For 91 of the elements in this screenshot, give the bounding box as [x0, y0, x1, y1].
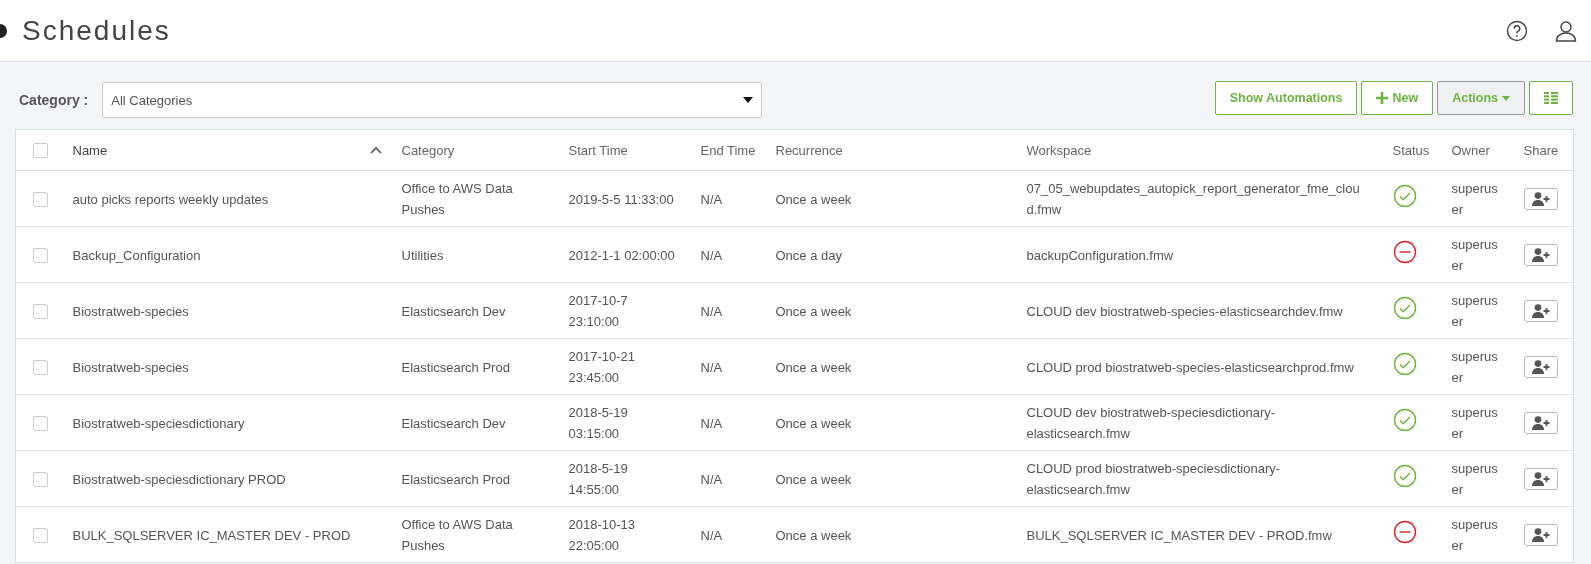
- row-checkbox[interactable]: [33, 192, 48, 208]
- table-cell-text: Biostratweb-speciesdictionary PROD: [72, 470, 286, 489]
- table-cell-text: superuser: [1451, 347, 1499, 387]
- column-header[interactable]: Share: [1523, 142, 1559, 158]
- table-cell-text: Once a week: [775, 302, 852, 321]
- plus-icon: [1376, 92, 1389, 104]
- table-cell-text: Biostratweb-species: [72, 358, 189, 377]
- table-cell-text: superuser: [1451, 179, 1499, 219]
- column-header[interactable]: Recurrence: [775, 142, 843, 158]
- table-cell-text: Office to AWS Data Pushes: [401, 179, 514, 219]
- table-cell-text: Biostratweb-species: [72, 302, 189, 321]
- table-cell-text: 2018-5-19 14:55:00: [568, 459, 629, 499]
- table-cell-text: N/A: [700, 358, 723, 377]
- table-cell-text: superuser: [1451, 403, 1499, 443]
- table-cell-text: Once a week: [775, 414, 852, 433]
- table-cell-text: 07_05_webupdates_autopick_report_generator_fme_cloud.fmw: [1026, 179, 1361, 219]
- column-view-button[interactable]: [1529, 81, 1573, 115]
- table-cell-text: N/A: [700, 470, 723, 489]
- row-checkbox[interactable]: [33, 528, 48, 544]
- share-button[interactable]: [1523, 467, 1558, 490]
- share-button[interactable]: [1523, 243, 1558, 266]
- table-cell-text: superuser: [1451, 459, 1499, 499]
- select-all-checkbox[interactable]: [33, 143, 48, 159]
- share-button[interactable]: [1523, 187, 1558, 210]
- page-title: Schedules: [22, 14, 171, 47]
- row-checkbox[interactable]: [33, 248, 48, 264]
- table-cell-text: superuser: [1451, 291, 1499, 331]
- table-cell-text: N/A: [700, 302, 723, 321]
- add-user-icon: [1531, 191, 1550, 206]
- table-cell-text: Once a week: [775, 470, 852, 489]
- table-cell-text: CLOUD dev biostratweb-species-elasticsearchdev.fmw: [1026, 302, 1343, 321]
- table-cell-text: Biostratweb-speciesdictionary: [72, 414, 245, 433]
- row-checkbox[interactable]: [33, 472, 48, 488]
- table-cell-text: 2012-1-1 02:00:00: [568, 246, 675, 265]
- add-user-icon: [1531, 527, 1550, 542]
- caret-icon: [1502, 95, 1510, 101]
- table-cell-text: CLOUD dev biostratweb-speciesdictionary-elasticsearch.fmw: [1026, 403, 1277, 443]
- caret-icon: [743, 97, 754, 103]
- add-user-icon: [1531, 415, 1550, 430]
- table-cell-text: N/A: [700, 246, 723, 265]
- table-cell-text: Office to AWS Data Pushes: [401, 515, 514, 555]
- table-cell-text: 2018-5-19 03:15:00: [568, 403, 629, 443]
- table-cell-text: 2019-5-5 11:33:00: [568, 190, 674, 209]
- column-header[interactable]: End Time: [700, 142, 756, 158]
- table-cell-text: Utilities: [401, 246, 444, 265]
- table-cell-text: Once a week: [775, 358, 852, 377]
- add-user-icon: [1531, 247, 1550, 262]
- add-user-icon: [1531, 471, 1550, 486]
- column-header[interactable]: Workspace: [1026, 142, 1092, 158]
- table-cell-text: N/A: [700, 190, 723, 209]
- table-cell-text: auto picks reports weekly updates: [72, 190, 269, 209]
- table-cell-text: Once a day: [775, 246, 842, 265]
- column-header[interactable]: Owner: [1451, 142, 1490, 158]
- columns-icon: [1544, 92, 1558, 104]
- table-cell-text: CLOUD prod biostratweb-species-elasticsearchprod.fmw: [1026, 358, 1354, 377]
- add-user-icon: [1531, 303, 1550, 318]
- table-cell-text: 2018-10-13 22:05:00: [568, 515, 636, 555]
- column-header[interactable]: Start Time: [568, 142, 628, 158]
- column-header[interactable]: Name: [72, 142, 108, 158]
- table-cell-text: Backup_Configuration: [72, 246, 201, 265]
- category-label: Category :: [19, 92, 89, 108]
- sort-up-icon[interactable]: [369, 146, 382, 154]
- row-checkbox[interactable]: [33, 304, 48, 320]
- table-cell-text: Once a week: [775, 190, 852, 209]
- table-cell-text: backupConfiguration.fmw: [1026, 246, 1174, 265]
- user-icon[interactable]: [1555, 19, 1577, 42]
- category-dropdown[interactable]: All Categories: [102, 82, 763, 118]
- add-user-icon: [1531, 359, 1550, 374]
- table-cell-text: 2017-10-7 23:10:00: [568, 291, 629, 331]
- help-icon[interactable]: [1506, 19, 1528, 42]
- table-cell-text: superuser: [1451, 515, 1499, 555]
- table-cell-text: N/A: [700, 526, 723, 545]
- column-header[interactable]: Category: [401, 142, 455, 158]
- table-cell-text: Elasticsearch Prod: [401, 470, 510, 489]
- table-cell-text: Elasticsearch Dev: [401, 302, 506, 321]
- table-cell-text: BULK_SQLSERVER IC_MASTER DEV - PROD: [72, 526, 351, 545]
- row-checkbox[interactable]: [33, 416, 48, 432]
- table-cell-text: Elasticsearch Dev: [401, 414, 506, 433]
- table-cell-text: BULK_SQLSERVER IC_MASTER DEV - PROD.fmw: [1026, 526, 1332, 545]
- share-button[interactable]: [1523, 299, 1558, 322]
- row-checkbox[interactable]: [33, 360, 48, 376]
- table-cell-text: superuser: [1451, 235, 1499, 275]
- table-cell-text: N/A: [700, 414, 723, 433]
- table-cell-text: Once a week: [775, 526, 852, 545]
- table-cell-text: CLOUD prod biostratweb-speciesdictionary-elasticsearch.fmw: [1026, 459, 1282, 499]
- table-cell-text: Elasticsearch Prod: [401, 358, 510, 377]
- share-button[interactable]: [1523, 523, 1558, 546]
- table-cell-text: 2017-10-21 23:45:00: [568, 347, 636, 387]
- share-button[interactable]: [1523, 411, 1558, 434]
- column-header[interactable]: Status: [1392, 142, 1430, 158]
- share-button[interactable]: [1523, 355, 1558, 378]
